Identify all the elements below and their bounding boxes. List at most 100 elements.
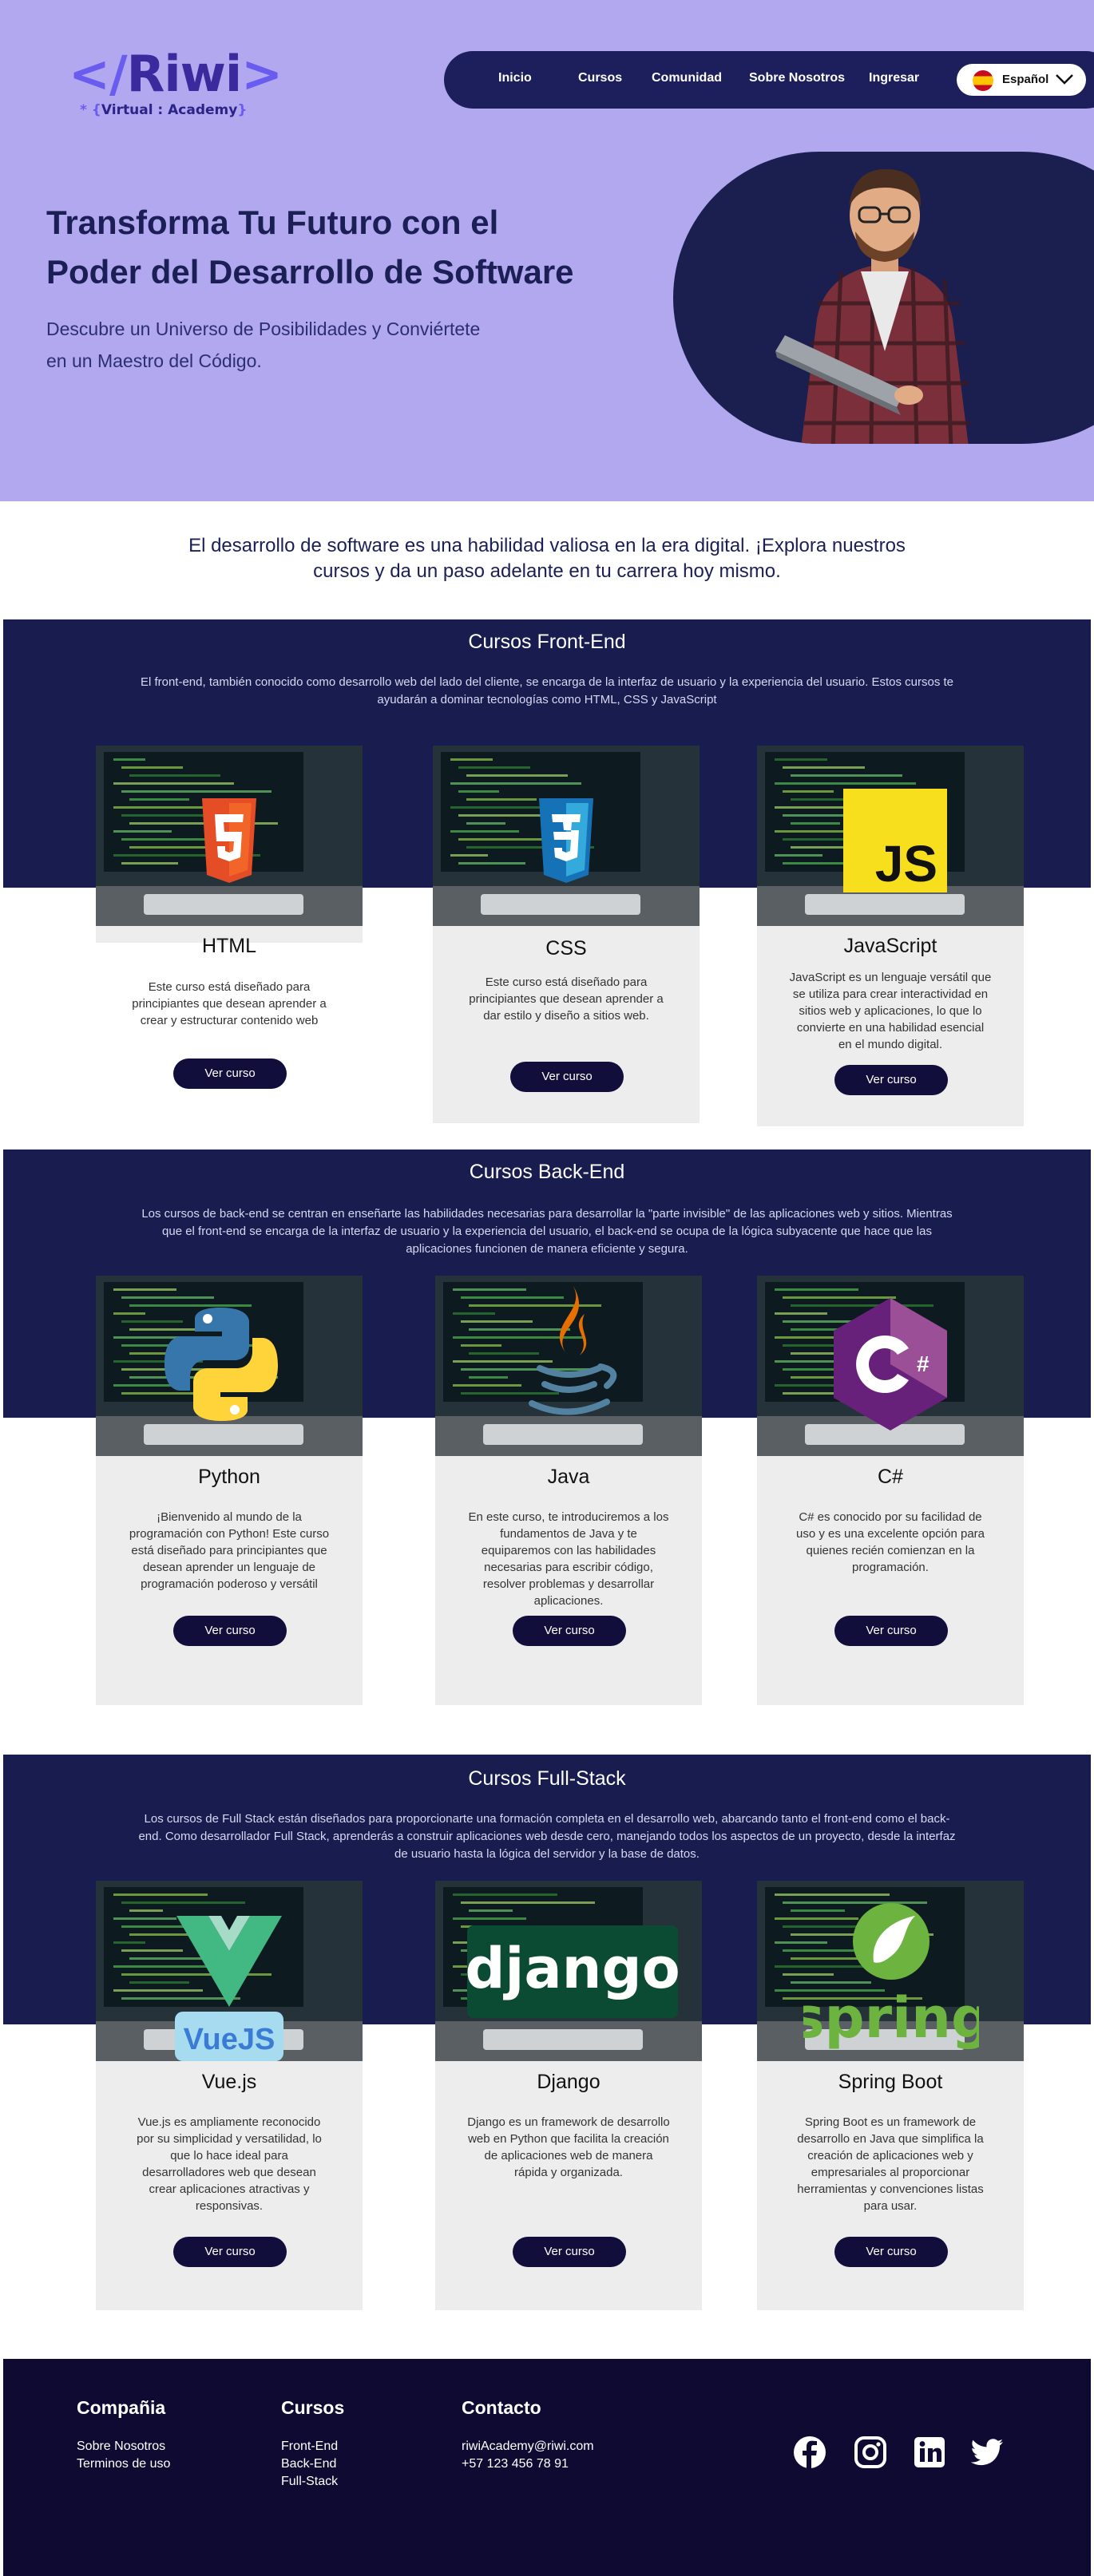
course-title-python: Python	[198, 1466, 260, 1488]
footer-link-sobre-nosotros[interactable]: Sobre Nosotros	[77, 2438, 170, 2455]
course-card-spring-boot: spring Spring Boot Spring Boot es un fra…	[757, 1881, 1024, 2310]
language-label: Español	[1002, 73, 1049, 86]
nav-item-sobre-nosotros[interactable]: Sobre Nosotros	[749, 71, 845, 85]
footer-link-terminos[interactable]: Terminos de uso	[77, 2455, 170, 2473]
course-title-html: HTML	[201, 935, 257, 957]
language-selector[interactable]: Español	[957, 64, 1086, 96]
svg-text:JS: JS	[875, 835, 937, 892]
logo-subtext: Virtual : Academy	[101, 102, 238, 118]
course-image-spring-boot: spring	[757, 1881, 1024, 2061]
footer-link-front-end[interactable]: Front-End	[281, 2438, 344, 2455]
course-desc-javascript: JavaScript es un lenguaje versátil que s…	[789, 971, 992, 1051]
nav-item-inicio[interactable]: Inicio	[498, 71, 532, 85]
riwi-logo[interactable]: </Riwi> * {Virtual : Academy}	[69, 46, 283, 128]
footer-contact-heading: Contacto	[462, 2397, 541, 2418]
backend-title: Cursos Back-End	[469, 1161, 625, 1183]
css3-icon	[539, 798, 593, 883]
course-image-vuejs: VueJS	[96, 1881, 363, 2061]
course-image-csharp: #	[757, 1276, 1024, 1456]
twitter-icon[interactable]	[969, 2435, 1005, 2470]
footer-company-heading: Compañia	[77, 2397, 166, 2418]
java-icon	[529, 1284, 617, 1415]
intro-line-2: cursos y da un paso adelante en tu carre…	[313, 560, 781, 582]
course-image-python	[96, 1276, 363, 1456]
linkedin-icon[interactable]	[912, 2435, 947, 2470]
course-title-java: Java	[547, 1466, 590, 1488]
course-title-javascript: JavaScript	[843, 935, 937, 957]
course-image-java	[435, 1276, 702, 1456]
course-desc-css: Este curso está diseñado para principian…	[469, 975, 664, 1023]
site-footer: Compañia Sobre Nosotros Terminos de uso …	[3, 2359, 1091, 2576]
logo-subtitle: * {Virtual : Academy}	[80, 102, 248, 118]
course-card-java: Java En este curso, te introduciremos a …	[435, 1276, 702, 1705]
course-image-html	[96, 746, 363, 926]
course-desc-spring-boot: Spring Boot es un framework de desarroll…	[797, 2115, 984, 2213]
spring-icon: spring	[803, 1903, 979, 2051]
footer-contact-email[interactable]: riwiAcademy@riwi.com	[462, 2438, 594, 2455]
ver-curso-button-javascript[interactable]: Ver curso	[834, 1065, 948, 1095]
fullstack-description: Los cursos de Full Stack están diseñados…	[138, 1812, 956, 1861]
course-image-javascript: JS	[757, 746, 1024, 926]
backend-section: Cursos Back-End Los cursos de back-end s…	[0, 1150, 1094, 1708]
course-card-python: Python ¡Bienvenido al mundo de la progra…	[96, 1276, 363, 1705]
frontend-section: Cursos Front-End El front-end, también c…	[0, 619, 1094, 1130]
course-title-django: Django	[537, 2071, 601, 2093]
nav-item-cursos[interactable]: Cursos	[578, 71, 622, 85]
ver-curso-button-python[interactable]: Ver curso	[173, 1616, 287, 1646]
csharp-icon: #	[834, 1298, 947, 1430]
course-desc-csharp: C# es conocido por su facilidad de uso y…	[796, 1510, 985, 1574]
footer-courses-heading: Cursos	[281, 2397, 345, 2418]
footer-link-back-end[interactable]: Back-End	[281, 2455, 344, 2473]
nav-item-comunidad[interactable]: Comunidad	[652, 71, 722, 85]
hero-image-container	[673, 152, 1094, 444]
ver-curso-button-django[interactable]: Ver curso	[513, 2237, 626, 2267]
frontend-title: Cursos Front-End	[468, 631, 626, 653]
html5-icon	[202, 798, 256, 883]
javascript-icon: JS	[843, 789, 947, 892]
course-title-csharp: C#	[878, 1466, 903, 1488]
course-card-django: django Django Django es un framework de …	[435, 1881, 702, 2310]
course-title-css: CSS	[545, 937, 587, 960]
facebook-icon[interactable]	[792, 2435, 827, 2470]
footer-contact-column: Contacto riwiAcademy@riwi.com +57 123 45…	[462, 2397, 594, 2473]
hero-subtitle: Descubre un Universo de Posibilidades y …	[46, 313, 493, 377]
course-desc-vuejs: Vue.js es ampliamente reconocido por su …	[137, 2115, 322, 2213]
hero-title: Transforma Tu Futuro con el Poder del De…	[46, 198, 605, 297]
footer-link-full-stack[interactable]: Full-Stack	[281, 2473, 344, 2491]
ver-curso-button-java[interactable]: Ver curso	[513, 1616, 626, 1646]
course-card-html: HTML Este curso está diseñado para princ…	[96, 746, 363, 1089]
course-card-javascript: JS JavaScript JavaScript es un lenguaje …	[757, 746, 1024, 1126]
footer-company-column: Compañia Sobre Nosotros Terminos de uso	[77, 2397, 170, 2473]
vuejs-icon: VueJS	[175, 1916, 283, 2061]
ver-curso-button-csharp[interactable]: Ver curso	[834, 1616, 948, 1646]
hero-title-line-2: Poder del Desarrollo de Software	[46, 253, 574, 291]
course-card-vuejs: VueJS Vue.js Vue.js es ampliamente recon…	[96, 1881, 363, 2310]
course-image-css	[433, 746, 700, 926]
vuejs-logo-text: VueJS	[184, 2023, 275, 2056]
chevron-down-icon	[1056, 74, 1073, 85]
hero-section: </Riwi> * {Virtual : Academy} Inicio Cur…	[0, 0, 1094, 501]
footer-courses-column: Cursos Front-End Back-End Full-Stack	[281, 2397, 344, 2491]
backend-description: Los cursos de back-end se centran en ens…	[141, 1207, 953, 1256]
fullstack-section: Cursos Full-Stack Los cursos de Full Sta…	[0, 1755, 1094, 2313]
nav-item-ingresar[interactable]: Ingresar	[869, 71, 919, 85]
intro-line-1: El desarrollo de software es una habilid…	[188, 535, 906, 556]
ver-curso-button-vuejs[interactable]: Ver curso	[173, 2237, 287, 2267]
ver-curso-button-html[interactable]: Ver curso	[173, 1058, 287, 1089]
ver-curso-button-spring-boot[interactable]: Ver curso	[834, 2237, 948, 2267]
python-icon	[164, 1308, 278, 1421]
course-desc-django: Django es un framework de desarrollo web…	[467, 2115, 670, 2179]
fullstack-title: Cursos Full-Stack	[468, 1767, 626, 1790]
logo-text: Riwi	[126, 45, 243, 103]
course-card-css: CSS Este curso está diseñado para princi…	[433, 746, 700, 1123]
logo-wordmark: </Riwi>	[69, 45, 283, 103]
instagram-icon[interactable]	[853, 2435, 888, 2470]
django-logo-text: django	[467, 1936, 678, 2001]
course-desc-java: En este curso, te introduciremos a los f…	[468, 1510, 669, 1608]
developer-with-laptop-image	[775, 168, 970, 444]
ver-curso-button-css[interactable]: Ver curso	[510, 1062, 624, 1092]
course-card-csharp: # C# C# es conocido por su facilidad de …	[757, 1276, 1024, 1705]
intro-text: El desarrollo de software es una habilid…	[148, 533, 946, 584]
hero-title-line-1: Transforma Tu Futuro con el	[46, 204, 499, 241]
svg-text:#: #	[917, 1351, 930, 1376]
